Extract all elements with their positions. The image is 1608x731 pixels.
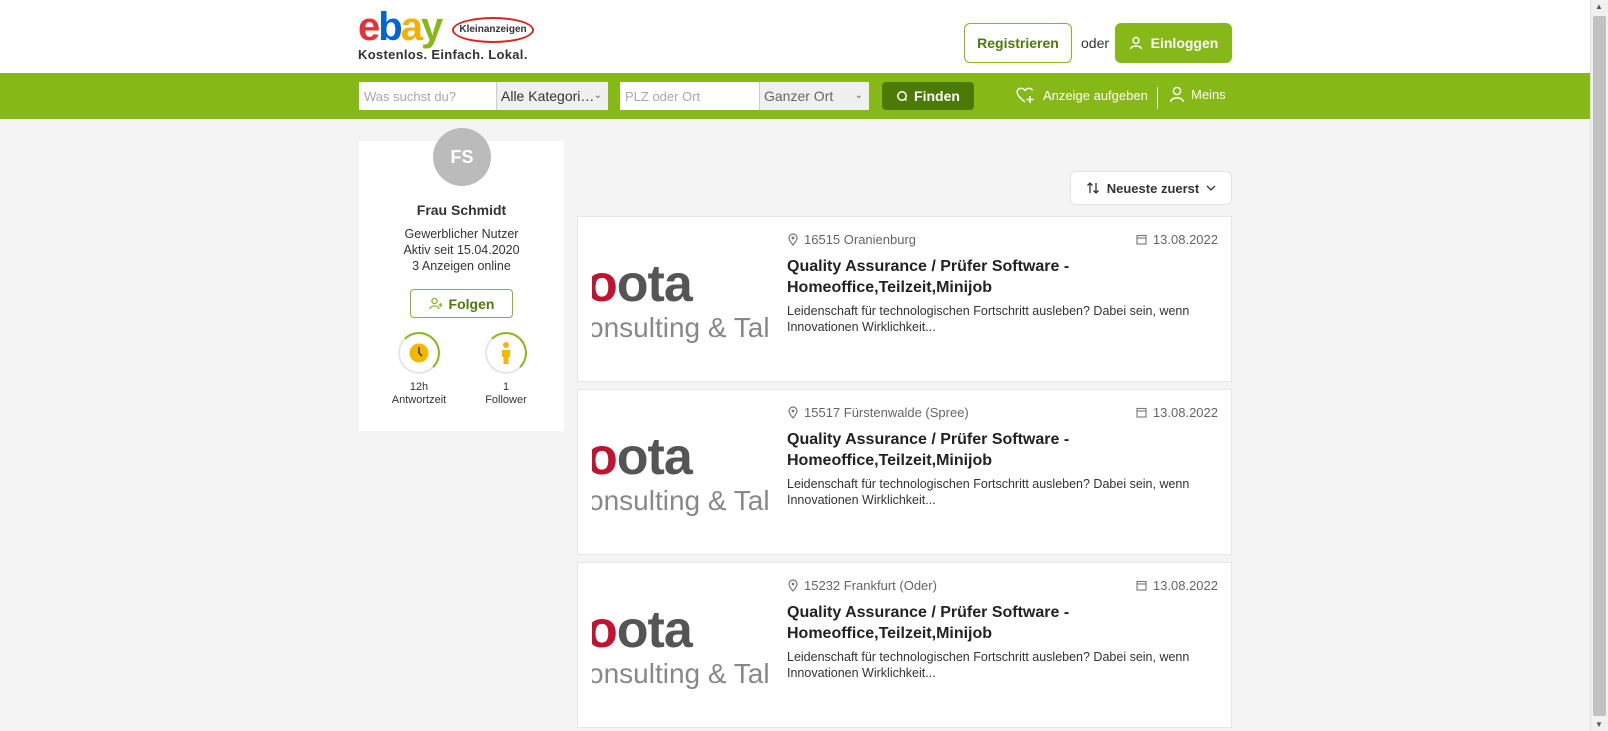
profile-name[interactable]: Frau Schmidt [359,202,564,218]
scroll-down-arrow-icon[interactable]: ▼ [1595,720,1603,729]
sort-arrows-icon [1086,182,1099,194]
listing-title[interactable]: Quality Assurance / Prüfer Software - Ho… [787,429,1107,471]
meins-link[interactable]: Meins [1169,86,1226,103]
date-text: 13.08.2022 [1152,405,1218,420]
listing-location: 16515 Oranienburg [788,232,916,247]
location-text: 15232 Frankfurt (Oder) [804,578,937,593]
date-text: 13.08.2022 [1152,578,1218,593]
user-icon [1129,36,1142,50]
ads-online: 3 Anzeigen online [412,259,511,273]
listing-date: 13.08.2022 [1136,232,1218,247]
nav-divider [1157,87,1158,109]
company-logo-text: oota [592,601,693,659]
company-logo-subtext: onsulting & Tale [592,485,770,516]
ebay-kleinanzeigen-logo[interactable]: ebay Kleinanzeigen Kostenlos. Einfach. L… [358,7,543,67]
listing-image[interactable]: oota onsulting & Tale [592,236,770,366]
listing-date: 13.08.2022 [1136,578,1218,593]
post-ad-label: Anzeige aufgeben [1043,87,1148,103]
listing-image[interactable]: oota onsulting & Tale [592,409,770,539]
or-label: oder [1081,35,1110,51]
search-icon [897,91,908,102]
stat-value: 1 [502,381,510,393]
listing-location: 15517 Fürstenwalde (Spree) [788,405,969,420]
search-input[interactable] [359,82,496,110]
chevron-down-icon [1206,185,1216,191]
page-scrollbar[interactable]: ▲ ▼ [1590,0,1608,731]
stat-label: Follower [485,394,527,406]
chevron-down-icon: ⌄ [593,90,602,101]
company-logo-text: oota [592,428,693,486]
sort-label: Neueste zuerst [1106,180,1200,196]
listing-card[interactable]: oota onsulting & Tale 16515 Oranienburg … [577,216,1232,382]
listing-image[interactable]: oota onsulting & Tale [592,582,770,712]
company-logo-subtext: onsulting & Tale [592,312,770,343]
calendar-icon [1136,234,1147,245]
location-pin-icon [788,406,798,419]
radius-select[interactable]: Ganzer Ort ⌄ [759,82,869,110]
radius-value: Ganzer Ort [764,88,834,104]
category-select[interactable]: Alle Kategori… ⌄ [496,82,608,110]
person-icon [502,342,510,364]
tagline: Kostenlos. Einfach. Lokal. [358,47,528,62]
stat-followers: 1 Follower [466,332,546,406]
company-logo-subtext: onsulting & Tale [592,658,770,689]
location-text: 16515 Oranienburg [804,232,917,247]
follow-button[interactable]: Folgen [410,289,513,318]
heart-plus-icon [1016,87,1034,103]
profile-card: FS Frau Schmidt Gewerblicher Nutzer Akti… [359,128,564,431]
listing-card[interactable]: oota onsulting & Tale 15232 Frankfurt (O… [577,562,1232,728]
chevron-down-icon: ⌄ [854,90,863,101]
find-label: Finden [914,88,960,104]
sort-dropdown[interactable]: Neueste zuerst [1070,171,1232,205]
login-button[interactable]: Einloggen [1115,23,1232,63]
listing-location: 15232 Frankfurt (Oder) [788,578,937,593]
follow-user-icon [428,297,443,309]
user-type: Gewerblicher Nutzer [404,227,519,241]
calendar-icon [1136,407,1147,418]
logo-badge: Kleinanzeigen [452,17,534,43]
active-since: Aktiv seit 15.04.2020 [403,243,520,257]
search-bar: Alle Kategori… ⌄ Ganzer Ort ⌄ Finden Anz… [0,73,1590,119]
post-ad-link[interactable]: Anzeige aufgeben [1015,86,1148,104]
company-logo-text: oota [592,255,693,313]
find-button[interactable]: Finden [882,82,974,110]
listing-title[interactable]: Quality Assurance / Prüfer Software - Ho… [787,256,1107,298]
stat-ring [398,332,440,374]
stat-response-time: 12h Antwortzeit [379,332,459,406]
listing-card[interactable]: oota onsulting & Tale 15517 Fürstenwalde… [577,389,1232,555]
login-label: Einloggen [1150,35,1219,51]
listing-description: Leidenschaft für technologischen Fortsch… [787,477,1190,507]
location-input[interactable] [620,82,759,110]
logo-wordmark: ebay [358,5,443,49]
calendar-icon [1136,580,1147,591]
date-text: 13.08.2022 [1152,232,1218,247]
location-pin-icon [788,233,798,246]
clock-icon [409,343,429,363]
stat-value: 12h [409,381,429,393]
location-pin-icon [788,579,798,592]
stat-label: Antwortzeit [391,394,447,406]
listing-description: Leidenschaft für technologischen Fortsch… [787,650,1190,680]
avatar: FS [433,128,491,186]
scrollbar-thumb[interactable] [1593,16,1606,716]
listing-title[interactable]: Quality Assurance / Prüfer Software - Ho… [787,602,1107,644]
category-value: Alle Kategori… [501,88,595,104]
follow-label: Folgen [448,295,495,312]
user-icon [1169,86,1185,103]
stat-ring [485,332,527,374]
register-button[interactable]: Registrieren [964,23,1072,63]
header: ebay Kleinanzeigen Kostenlos. Einfach. L… [0,0,1590,73]
location-text: 15517 Fürstenwalde (Spree) [804,405,969,420]
meins-label: Meins [1191,87,1226,102]
scroll-up-arrow-icon[interactable]: ▲ [1595,2,1603,11]
listing-date: 13.08.2022 [1136,405,1218,420]
listing-description: Leidenschaft für technologischen Fortsch… [787,304,1190,334]
